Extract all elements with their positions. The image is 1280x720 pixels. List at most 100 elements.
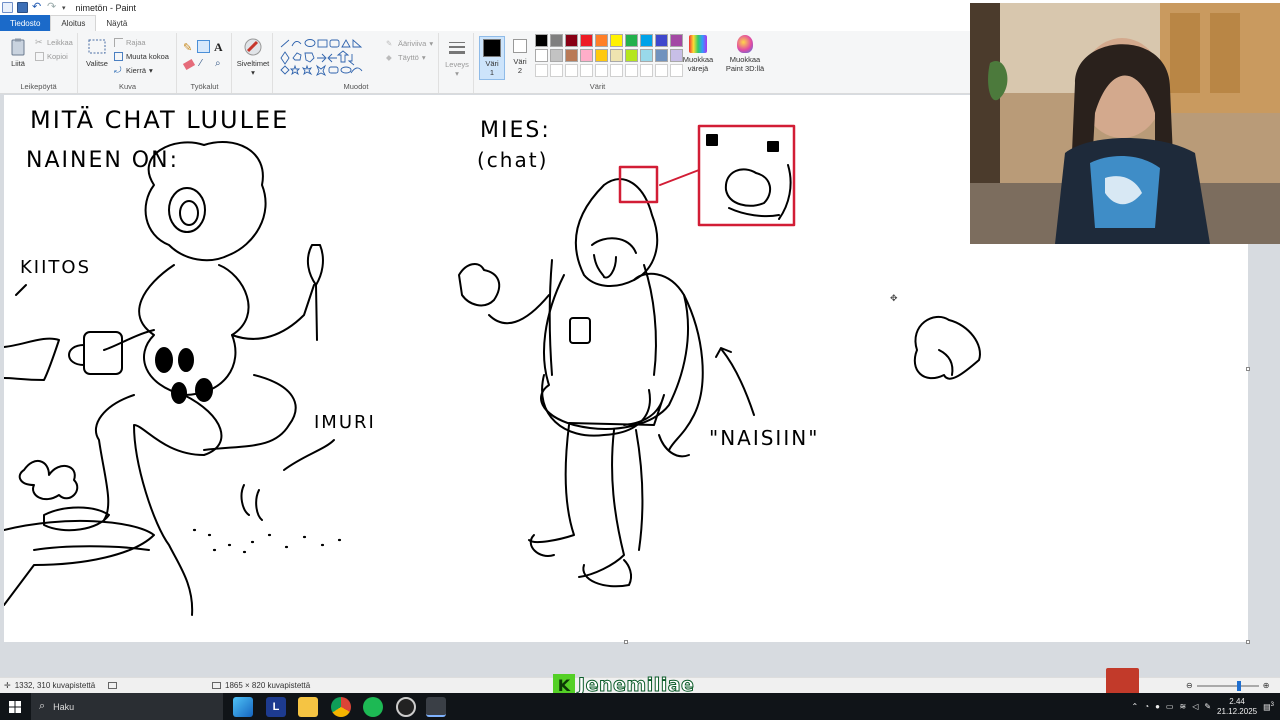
palette-swatch[interactable]: [580, 49, 593, 62]
redo-icon[interactable]: ↷: [47, 2, 58, 13]
taskbar: ⌕ Haku L ⌃ ◔ ● ▭ ≋ ◁ ✎ 2.44 21.12.2025 ▤…: [0, 693, 1280, 720]
palette-swatch[interactable]: [655, 64, 668, 77]
chrome-icon[interactable]: [331, 697, 351, 717]
palette-swatch[interactable]: [580, 34, 593, 47]
outline-button[interactable]: ✎ Ääriviiva ▾: [386, 39, 433, 48]
size-group: Leveys ▾: [440, 33, 474, 93]
palette-swatch[interactable]: [640, 49, 653, 62]
color-picker-icon[interactable]: ⁄: [200, 58, 202, 69]
chevron-down-icon: ▾: [149, 66, 153, 75]
start-button[interactable]: [0, 693, 30, 720]
obs-icon[interactable]: [396, 697, 416, 717]
tab-home[interactable]: Aloitus: [50, 15, 97, 31]
paint-taskbar-icon[interactable]: [426, 697, 446, 717]
file-explorer-icon[interactable]: [298, 697, 318, 717]
save-icon[interactable]: [17, 2, 28, 13]
palette-swatch[interactable]: [595, 64, 608, 77]
clock[interactable]: 2.44 21.12.2025: [1217, 697, 1257, 717]
magnifier-icon[interactable]: ⌕: [215, 58, 221, 69]
palette-swatch[interactable]: [550, 34, 563, 47]
eraser-icon[interactable]: [182, 58, 196, 71]
undo-icon[interactable]: ↶: [32, 2, 43, 13]
shapes-gallery[interactable]: [279, 38, 379, 78]
chevron-up-icon[interactable]: ⌃: [1132, 702, 1139, 711]
palette-swatch[interactable]: [625, 49, 638, 62]
palette-swatch[interactable]: [565, 34, 578, 47]
select-button[interactable]: Valitse: [83, 37, 111, 68]
palette-swatch[interactable]: [580, 64, 593, 77]
resize-handle-bottom[interactable]: [624, 640, 628, 644]
copy-button[interactable]: Kopioi: [35, 52, 68, 61]
palette-swatch[interactable]: [535, 34, 548, 47]
palette-swatch[interactable]: [535, 64, 548, 77]
palette-swatch[interactable]: [610, 64, 623, 77]
window-title: nimetön - Paint: [75, 2, 137, 13]
resize-handle-right[interactable]: [1246, 367, 1250, 371]
brushes-group: Siveltimet ▾: [233, 33, 273, 93]
zoom-slider[interactable]: [1196, 680, 1259, 691]
brushes-button[interactable]: Siveltimet ▾: [235, 37, 271, 77]
spotify-icon[interactable]: [363, 697, 383, 717]
fill-button[interactable]: ◆ Täyttö ▾: [386, 53, 426, 62]
taskbar-search[interactable]: ⌕ Haku: [31, 693, 223, 720]
imuri-text: IMURI: [314, 412, 376, 433]
palette-swatch[interactable]: [595, 49, 608, 62]
brush-icon: [244, 38, 262, 56]
taskbar-l-app-icon[interactable]: L: [266, 697, 286, 717]
color2-swatch: [513, 39, 527, 53]
quick-access-dropdown-icon[interactable]: ▾: [62, 4, 66, 12]
network-icon[interactable]: ◔: [1144, 702, 1149, 711]
palette-swatch[interactable]: [655, 34, 668, 47]
cut-button[interactable]: ✂ Leikkaa: [35, 38, 73, 48]
tools-group-label: Työkalut: [190, 82, 219, 91]
resize-handle-corner[interactable]: [1246, 640, 1250, 644]
palette-swatch[interactable]: [610, 49, 623, 62]
microphone-icon[interactable]: ●: [1155, 702, 1160, 711]
taskbar-app-icon[interactable]: [233, 697, 253, 717]
tab-file[interactable]: Tiedosto: [0, 15, 51, 31]
zoom-control[interactable]: ⊖ ⊕: [1186, 680, 1270, 691]
search-icon: ⌕: [39, 700, 46, 712]
palette-swatch[interactable]: [595, 34, 608, 47]
zoom-thumb[interactable]: [1236, 680, 1241, 691]
naisiin-text: "NAISIIN": [709, 426, 819, 450]
text-icon[interactable]: A: [214, 40, 223, 55]
palette-swatch[interactable]: [550, 49, 563, 62]
palette-swatch[interactable]: [610, 34, 623, 47]
notification-icon[interactable]: ▤3: [1263, 702, 1274, 712]
palette-swatch[interactable]: [535, 49, 548, 62]
color2-button[interactable]: Väri 2: [509, 39, 531, 75]
palette-swatch[interactable]: [565, 49, 578, 62]
palette-swatch[interactable]: [625, 64, 638, 77]
tab-view[interactable]: Näytä: [96, 15, 137, 31]
resize-button[interactable]: Muuta kokoa: [114, 52, 169, 61]
display-icon[interactable]: ▭: [1166, 702, 1174, 711]
crop-button[interactable]: Rajaa: [114, 38, 146, 47]
paste-button[interactable]: Liitä: [6, 37, 30, 68]
fill-bucket-icon[interactable]: [197, 40, 210, 53]
edit-colors-button[interactable]: Muokkaa värejä: [680, 35, 716, 73]
system-tray: ⌃ ◔ ● ▭ ≋ ◁ ✎ 2.44 21.12.2025 ▤3: [1132, 693, 1280, 720]
palette-swatch[interactable]: [640, 64, 653, 77]
pencil-icon[interactable]: ✎: [183, 41, 192, 54]
palette-swatch[interactable]: [655, 49, 668, 62]
palette-swatch[interactable]: [625, 34, 638, 47]
edit-paint3d-button[interactable]: Muokkaa Paint 3D:llä: [722, 35, 768, 73]
clock-time: 2.44: [1229, 696, 1245, 706]
palette-swatch[interactable]: [640, 34, 653, 47]
clock-date: 21.12.2025: [1217, 706, 1258, 716]
color1-button[interactable]: Väri 1: [479, 36, 505, 80]
rotate-button[interactable]: ⤾ Kierrä ▾: [114, 66, 153, 76]
pen-icon[interactable]: ✎: [1204, 702, 1211, 711]
zoom-in-icon[interactable]: ⊕: [1263, 681, 1270, 690]
palette-swatch[interactable]: [550, 64, 563, 77]
size-button[interactable]: Leveys ▾: [443, 38, 471, 78]
fill-icon: ◆: [386, 53, 392, 62]
volume-icon[interactable]: ◁: [1192, 702, 1198, 711]
zoom-out-icon[interactable]: ⊖: [1186, 681, 1193, 690]
palette-swatch[interactable]: [565, 64, 578, 77]
man-belly: [541, 374, 651, 437]
wifi-icon[interactable]: ≋: [1179, 702, 1186, 711]
image-group-label: Kuva: [118, 82, 137, 91]
outline-icon: ✎: [386, 39, 393, 48]
